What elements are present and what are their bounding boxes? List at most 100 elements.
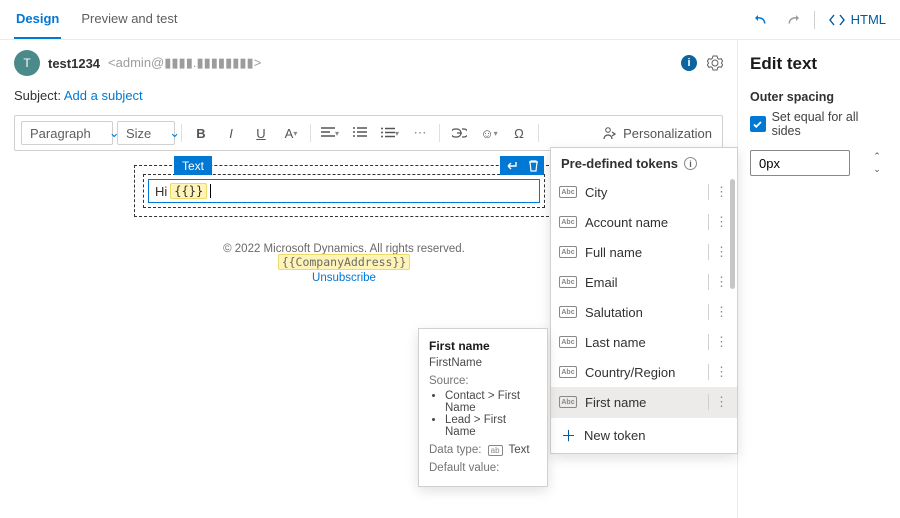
italic-button[interactable]: I	[218, 120, 244, 146]
abc-icon: Abc	[559, 216, 577, 228]
equal-sides-row[interactable]: Set equal for all sides	[750, 110, 888, 138]
abc-icon: Abc	[559, 306, 577, 318]
checkbox-checked[interactable]	[750, 116, 766, 132]
spacing-input-wrap: ⌃ ⌄	[750, 150, 888, 176]
canvas-area: Text Hi {{}} © 2022 Microsoft Dynamics. …	[134, 165, 554, 284]
spin-up[interactable]: ⌃	[867, 151, 887, 164]
style-select[interactable]: Paragraph⌄	[21, 121, 113, 145]
token-salutation[interactable]: Abc Salutation ⋮	[551, 297, 737, 327]
token-account-name[interactable]: AbcAccount name⋮	[551, 207, 737, 237]
bold-button[interactable]: B	[188, 120, 214, 146]
size-select[interactable]: Size⌄	[117, 121, 175, 145]
html-button[interactable]: HTML	[829, 12, 886, 28]
more-icon[interactable]: ⋮	[715, 334, 729, 350]
separator	[814, 11, 815, 29]
gear-icon[interactable]	[707, 55, 723, 71]
list-item: Lead > First Name	[445, 414, 537, 438]
list-ul-button[interactable]: ▾	[377, 120, 403, 146]
more-icon[interactable]: ⋮	[715, 214, 729, 230]
toolbar: Paragraph⌄ Size⌄ B I U A▾ ▾ ▾ ⋯ ☺▾ Ω Per…	[14, 115, 723, 151]
spin-down[interactable]: ⌄	[867, 164, 887, 177]
scroll-thumb[interactable]	[730, 179, 735, 289]
plus-icon: ＋	[561, 425, 576, 446]
redo-icon[interactable]	[784, 12, 800, 28]
flyout-title: Pre-defined tokens	[561, 156, 678, 171]
default-label: Default value:	[429, 462, 537, 474]
token-detail-card: First name FirstName Source: Contact > F…	[418, 328, 548, 487]
token-last-name[interactable]: Abc Last name ⋮	[551, 327, 737, 357]
more-icon[interactable]: ⋮	[715, 304, 729, 320]
text-field[interactable]: Hi {{}}	[148, 179, 540, 203]
top-bar: Design Preview and test HTML	[0, 0, 900, 40]
datatype-row: Data type: ab Text	[429, 444, 537, 456]
token-first-name[interactable]: AbcFirst name⋮	[551, 387, 737, 417]
abc-icon: Abc	[559, 396, 577, 408]
personalization-label: Personalization	[623, 126, 712, 141]
text-prefix: Hi	[155, 184, 167, 199]
token-label: Country/Region	[585, 365, 675, 380]
abc-icon: Abc	[559, 336, 577, 348]
token-city[interactable]: AbcCity⋮	[551, 177, 737, 207]
more-icon[interactable]: ⋮	[715, 244, 729, 260]
check-icon	[752, 119, 763, 130]
more-icon[interactable]: ⋮	[715, 274, 729, 290]
token-label: Salutation	[585, 305, 643, 320]
list-item: Contact > First Name	[445, 390, 537, 414]
new-token-label: New token	[584, 428, 645, 443]
more-icon[interactable]: ⋮	[715, 364, 729, 380]
token-country[interactable]: Abc Country/Region ⋮	[551, 357, 737, 387]
tokens-flyout: Pre-defined tokens i AbcCity⋮ AbcAccount…	[550, 147, 738, 454]
sender-name: test1234	[48, 56, 100, 71]
personalization-button[interactable]: Personalization	[598, 126, 716, 141]
abc-icon: Abc	[559, 186, 577, 198]
subject-input[interactable]: Add a subject	[64, 88, 143, 103]
detail-value: FirstName	[429, 357, 537, 369]
token-email[interactable]: AbcEmail⋮	[551, 267, 737, 297]
delete-icon[interactable]	[522, 156, 544, 175]
spin-buttons: ⌃ ⌄	[867, 151, 887, 177]
more-button[interactable]: ⋯	[407, 120, 433, 146]
more-icon[interactable]: ⋮	[715, 394, 729, 410]
underline-button[interactable]: U	[248, 120, 274, 146]
datatype-value: Text	[509, 444, 530, 456]
return-icon[interactable]	[500, 156, 522, 175]
side-title: Edit text	[750, 54, 888, 74]
new-token-button[interactable]: ＋ New token	[551, 417, 737, 453]
unsubscribe-link[interactable]: Unsubscribe	[134, 272, 554, 284]
section-outline[interactable]: Text Hi {{}}	[134, 165, 554, 217]
align-button[interactable]: ▾	[317, 120, 343, 146]
size-label: Size	[126, 126, 151, 141]
sender-email: <admin@▮▮▮▮.▮▮▮▮▮▮▮▮>	[108, 55, 261, 71]
font-color-button[interactable]: A▾	[278, 120, 304, 146]
code-icon	[829, 12, 845, 28]
abc-icon: Abc	[559, 366, 577, 378]
omega-button[interactable]: Ω	[506, 120, 532, 146]
undo-icon[interactable]	[754, 12, 770, 28]
side-panel: Edit text Outer spacing Set equal for al…	[737, 40, 900, 518]
company-address-token: {{CompanyAddress}}	[278, 254, 411, 270]
html-label: HTML	[851, 12, 886, 27]
caret	[210, 184, 211, 198]
token-label: Last name	[585, 335, 646, 350]
token-list: AbcCity⋮ AbcAccount name⋮ AbcFull name⋮ …	[551, 177, 737, 417]
tab-preview[interactable]: Preview and test	[79, 0, 179, 39]
text-block[interactable]: Text Hi {{}}	[143, 174, 545, 208]
info-icon[interactable]: i	[684, 157, 697, 170]
link-button[interactable]	[446, 120, 472, 146]
block-tag: Text	[174, 156, 212, 175]
scrollbar[interactable]	[730, 179, 735, 415]
info-icon[interactable]: i	[681, 55, 697, 71]
list-ol-button[interactable]	[347, 120, 373, 146]
token-full-name[interactable]: AbcFull name⋮	[551, 237, 737, 267]
email-footer: © 2022 Microsoft Dynamics. All rights re…	[134, 243, 554, 284]
text-type-icon: ab	[488, 445, 503, 456]
emoji-button[interactable]: ☺▾	[476, 120, 502, 146]
tabs: Design Preview and test	[14, 0, 179, 39]
person-arrow-icon	[602, 126, 617, 141]
block-controls	[500, 156, 544, 175]
subject-row: Subject: Add a subject	[14, 88, 723, 103]
more-icon[interactable]: ⋮	[715, 184, 729, 200]
spacing-input[interactable]	[750, 150, 850, 176]
tab-design[interactable]: Design	[14, 0, 61, 39]
abc-icon: Abc	[559, 276, 577, 288]
